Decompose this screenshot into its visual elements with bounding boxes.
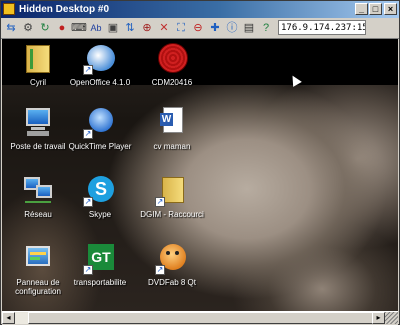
record-icon[interactable]: ●: [54, 20, 70, 36]
control-panel-icon: [21, 241, 55, 275]
network-icon: [21, 173, 55, 207]
shortcut-arrow-icon: ↗: [83, 65, 93, 75]
folder-icon: [21, 41, 55, 75]
address-field[interactable]: 176.9.174.237:1555: [278, 20, 366, 35]
fullscreen-icon[interactable]: ⛶: [173, 20, 189, 36]
word-document-icon: W: [155, 105, 189, 139]
transport-icon: GT ↗: [83, 241, 117, 275]
remote-desktop[interactable]: Cyril ↗ OpenOffice 4.1.0 CDM20416 Poste …: [2, 39, 398, 311]
desktop-icon-cv-maman[interactable]: W cv maman: [136, 105, 208, 151]
openoffice-icon: ↗: [83, 41, 117, 75]
desktop-icon-skype[interactable]: S ↗ Skype: [64, 173, 136, 219]
connection-icon[interactable]: ⇆: [3, 20, 19, 36]
options-icon[interactable]: ⚙: [20, 20, 36, 36]
remote-desktop-window: Hidden Desktop #0 _ □ × ⇆ ⚙ ↻ ● ⌨ Ab ▣ ⇅…: [0, 0, 400, 325]
scroll-right-button[interactable]: ▸: [372, 312, 385, 324]
desktop-icon-cdm[interactable]: CDM20416: [136, 41, 208, 87]
skype-icon: S ↗: [83, 173, 117, 207]
desktop-icon-label: Skype: [88, 210, 112, 219]
horizontal-scrollbar[interactable]: ◂ ▸: [2, 311, 398, 325]
desktop-icon-label: transportabilite: [73, 278, 127, 287]
desktop-icon-label: OpenOffice 4.1.0: [69, 78, 131, 87]
resize-grip-icon[interactable]: [385, 312, 398, 324]
desktop-icon-label: cv maman: [153, 142, 191, 151]
help-icon[interactable]: ?: [258, 20, 274, 36]
quicktime-icon: ↗: [83, 105, 117, 139]
text-icon[interactable]: Ab: [88, 20, 104, 36]
computer-icon: [21, 105, 55, 139]
scroll-left-button[interactable]: ◂: [2, 312, 15, 324]
screenshot-icon[interactable]: ▣: [105, 20, 121, 36]
window-title: Hidden Desktop #0: [19, 4, 110, 15]
shortcut-arrow-icon: ↗: [155, 197, 165, 207]
keyboard-icon[interactable]: ⌨: [71, 20, 87, 36]
desktop-icon-openoffice[interactable]: ↗ OpenOffice 4.1.0: [64, 41, 136, 87]
refresh-icon[interactable]: ↻: [37, 20, 53, 36]
shortcut-arrow-icon: ↗: [83, 197, 93, 207]
scroll-thumb[interactable]: [28, 312, 374, 324]
transfer-icon[interactable]: ⇅: [122, 20, 138, 36]
monitor-icon[interactable]: ▤: [241, 20, 257, 36]
ctrl-alt-del-icon[interactable]: ✕: [156, 20, 172, 36]
maximize-button[interactable]: □: [369, 3, 382, 15]
desktop-icon-label: DVDFab 8 Qt: [147, 278, 196, 287]
desktop-icon-label: CDM20416: [151, 78, 193, 87]
title-bar[interactable]: Hidden Desktop #0 _ □ ×: [1, 1, 399, 18]
scroll-track[interactable]: [15, 312, 374, 324]
shortcut-arrow-icon: ↗: [83, 265, 93, 275]
desktop-icon-quicktime[interactable]: ↗ QuickTime Player: [64, 105, 136, 151]
desktop-icon-label: DGIM - Raccourci: [140, 210, 204, 219]
disconnect-icon[interactable]: ⊖: [190, 20, 206, 36]
info-icon[interactable]: ⓘ: [224, 20, 240, 36]
app-icon: [3, 3, 15, 15]
settings-icon[interactable]: ✚: [207, 20, 223, 36]
minimize-button[interactable]: _: [355, 3, 368, 15]
desktop-icon-label: QuickTime Player: [68, 142, 132, 151]
desktop-icon-transportabilite[interactable]: GT ↗ transportabilite: [64, 241, 136, 287]
close-button[interactable]: ×: [384, 3, 397, 15]
shortcut-arrow-icon: ↗: [155, 265, 165, 275]
folder-shortcut-icon: ↗: [155, 173, 189, 207]
desktop-icon-dgim[interactable]: ↗ DGIM - Raccourci: [136, 173, 208, 219]
cdm-icon: [155, 41, 189, 75]
desktop-icon-dvdfab[interactable]: ↗ DVDFab 8 Qt: [136, 241, 208, 287]
dvdfab-icon: ↗: [155, 241, 189, 275]
shortcut-arrow-icon: ↗: [83, 129, 93, 139]
zoom-icon[interactable]: ⊕: [139, 20, 155, 36]
